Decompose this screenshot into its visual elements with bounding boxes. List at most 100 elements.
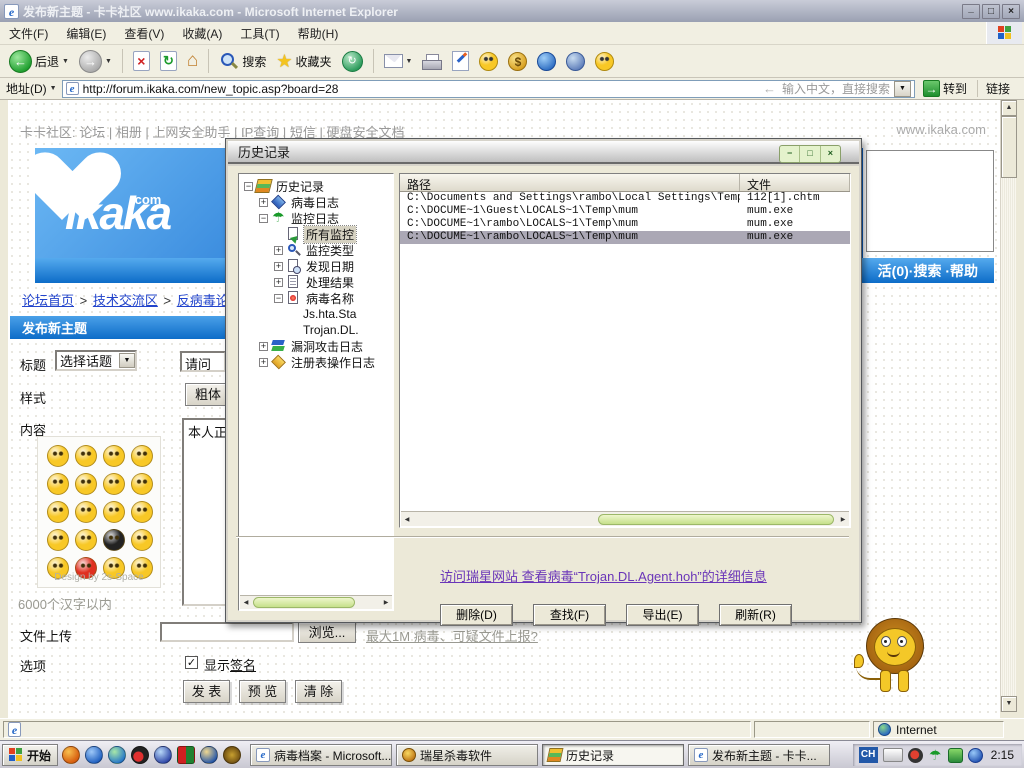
print-button[interactable] bbox=[419, 52, 445, 71]
page-scrollbar[interactable]: ▲ ▼ bbox=[1000, 100, 1017, 712]
address-input[interactable]: http://forum.ikaka.com/new_topic.asp?boa… bbox=[61, 79, 915, 98]
preview-button[interactable]: 预 览 bbox=[239, 680, 286, 703]
menu-item[interactable]: 工具(T) bbox=[231, 21, 288, 46]
messenger-button[interactable] bbox=[476, 50, 501, 73]
taskbar-task[interactable]: 历史记录 bbox=[542, 744, 684, 766]
refresh-button[interactable]: ↻ bbox=[157, 49, 180, 73]
emoticon[interactable] bbox=[131, 445, 153, 467]
forward-dropdown-icon[interactable]: ▼ bbox=[105, 58, 112, 65]
show-signature-checkbox[interactable] bbox=[185, 656, 198, 669]
column-header-file[interactable]: 文件 bbox=[740, 174, 850, 193]
close-button[interactable] bbox=[1002, 3, 1020, 19]
emoticon[interactable] bbox=[131, 473, 153, 495]
media-player-quicklaunch-icon[interactable] bbox=[62, 746, 80, 764]
dialog-button[interactable]: 导出(E) bbox=[626, 604, 699, 626]
upload-note-link[interactable]: 最大1M 病毒、可疑文件上报? bbox=[366, 626, 538, 645]
plugin-button-3[interactable] bbox=[592, 50, 617, 73]
list-scroll-thumb[interactable] bbox=[598, 514, 834, 525]
menu-item[interactable]: 查看(V) bbox=[115, 21, 173, 46]
dialog-minimize-button[interactable]: − bbox=[780, 146, 799, 162]
address-dropdown-button[interactable]: ▼ bbox=[893, 80, 911, 97]
tree-item[interactable]: + 漏洞攻击日志 bbox=[240, 338, 392, 354]
restore-button[interactable] bbox=[982, 3, 1000, 19]
menu-item[interactable]: 文件(F) bbox=[0, 21, 57, 46]
tree-scroll-right-button[interactable]: ▶ bbox=[380, 597, 392, 609]
tree-item[interactable]: Js.hta.Sta bbox=[240, 306, 392, 322]
topic-select-arrow-icon[interactable]: ▼ bbox=[119, 353, 135, 368]
back-button[interactable]: ← 后退 ▼ bbox=[6, 48, 72, 75]
scroll-thumb[interactable] bbox=[1001, 116, 1017, 178]
emoticon[interactable] bbox=[75, 501, 97, 523]
tree-expander[interactable]: + bbox=[274, 261, 283, 271]
tree-item[interactable]: + 发现日期 bbox=[240, 258, 392, 274]
links-bar[interactable]: 链接 bbox=[976, 80, 1018, 97]
quicklaunch-icon-6[interactable] bbox=[177, 746, 195, 764]
dialog-button[interactable]: 查找(F) bbox=[533, 604, 606, 626]
tree-item[interactable]: + 处理结果 bbox=[240, 274, 392, 290]
emoticon[interactable] bbox=[103, 501, 125, 523]
plugin-button-2[interactable] bbox=[563, 50, 588, 73]
home-button[interactable]: ⌂ bbox=[184, 49, 201, 73]
menu-item[interactable]: 编辑(E) bbox=[57, 21, 115, 46]
tree-item[interactable]: + 病毒日志 bbox=[240, 194, 392, 210]
tree-expander[interactable]: − bbox=[259, 213, 268, 223]
table-row[interactable]: C:\Documents and Settings\rambo\Local Se… bbox=[400, 192, 850, 205]
tree-item[interactable]: 所有监控 bbox=[240, 224, 392, 244]
dialog-titlebar[interactable]: 历史记录 − □ × bbox=[228, 141, 859, 164]
emoticon[interactable] bbox=[131, 529, 153, 551]
submit-button[interactable]: 发 表 bbox=[183, 680, 230, 703]
emoticon[interactable] bbox=[47, 529, 69, 551]
history-button[interactable] bbox=[339, 49, 366, 74]
emoticon[interactable] bbox=[131, 501, 153, 523]
menu-item[interactable]: 帮助(H) bbox=[289, 21, 348, 46]
messenger-quicklaunch-icon[interactable] bbox=[108, 746, 126, 764]
scroll-up-button[interactable]: ▲ bbox=[1001, 100, 1017, 116]
clear-button[interactable]: 清 除 bbox=[295, 680, 342, 703]
favorites-button[interactable]: ★ 收藏夹 bbox=[273, 49, 334, 73]
emoticon[interactable] bbox=[47, 445, 69, 467]
money-plugin-button[interactable] bbox=[505, 50, 530, 73]
tree-expander[interactable]: − bbox=[244, 181, 253, 191]
quicklaunch-icon-7[interactable] bbox=[200, 746, 218, 764]
column-header-path[interactable]: 路径 bbox=[400, 174, 740, 193]
tree-hscrollbar[interactable]: ◀ ▶ bbox=[240, 595, 392, 609]
tree-expander[interactable]: + bbox=[259, 357, 268, 367]
ie-quicklaunch-icon[interactable] bbox=[85, 746, 103, 764]
virus-info-link[interactable]: 访问瑞星网站 查看病毒“Trojan.DL.Agent.hoh”的详细信息 bbox=[440, 566, 767, 585]
emoticon[interactable] bbox=[75, 445, 97, 467]
tree-item[interactable]: − 历史记录 bbox=[240, 178, 392, 194]
signature-link[interactable]: 签名 bbox=[230, 658, 256, 673]
mail-dropdown-icon[interactable]: ▼ bbox=[406, 58, 413, 65]
breadcrumb-link[interactable]: 技术交流区 bbox=[93, 293, 158, 308]
table-row[interactable]: C:\DOCUME~1\rambo\LOCALS~1\Temp\mum mum.e… bbox=[400, 218, 850, 231]
tree-scroll-thumb[interactable] bbox=[253, 597, 355, 608]
tree-item[interactable]: − 监控日志 bbox=[240, 210, 392, 226]
scroll-down-button[interactable]: ▼ bbox=[1001, 696, 1017, 712]
rising-monitor-tray-icon[interactable] bbox=[928, 748, 943, 763]
tree-item[interactable]: + 注册表操作日志 bbox=[240, 354, 392, 370]
list-scroll-left-button[interactable]: ◀ bbox=[401, 514, 413, 526]
taskbar-task[interactable]: 病毒档案 - Microsoft... bbox=[250, 744, 392, 766]
media-tray-icon[interactable] bbox=[907, 747, 923, 763]
tree-expander[interactable]: + bbox=[274, 277, 283, 287]
plugin-button-1[interactable] bbox=[534, 50, 559, 73]
dialog-button[interactable]: 刷新(R) bbox=[719, 604, 792, 626]
network-tray-icon[interactable] bbox=[967, 747, 983, 763]
dialog-close-button[interactable]: × bbox=[819, 146, 840, 162]
go-button[interactable]: 转到 bbox=[920, 80, 970, 97]
quicklaunch-icon-4[interactable] bbox=[131, 746, 149, 764]
minimize-button[interactable] bbox=[962, 3, 980, 19]
search-button[interactable]: 搜索 bbox=[216, 49, 269, 73]
emoticon[interactable] bbox=[47, 473, 69, 495]
menu-item[interactable]: 收藏(A) bbox=[173, 21, 231, 46]
tree-expander[interactable]: + bbox=[259, 197, 268, 207]
table-row[interactable]: C:\DOCUME~1\rambo\LOCALS~1\Temp\mum mum.e… bbox=[400, 231, 850, 244]
mail-button[interactable]: ▼ bbox=[381, 52, 416, 70]
language-indicator[interactable]: CH bbox=[858, 747, 878, 763]
tree-item[interactable]: − 病毒名称 bbox=[240, 290, 392, 306]
taskbar-task[interactable]: 瑞星杀毒软件 bbox=[396, 744, 538, 766]
tree-expander[interactable]: + bbox=[259, 341, 268, 351]
browse-button[interactable]: 浏览... bbox=[298, 622, 356, 643]
emoticon[interactable] bbox=[103, 473, 125, 495]
quicklaunch-icon-8[interactable] bbox=[223, 746, 241, 764]
